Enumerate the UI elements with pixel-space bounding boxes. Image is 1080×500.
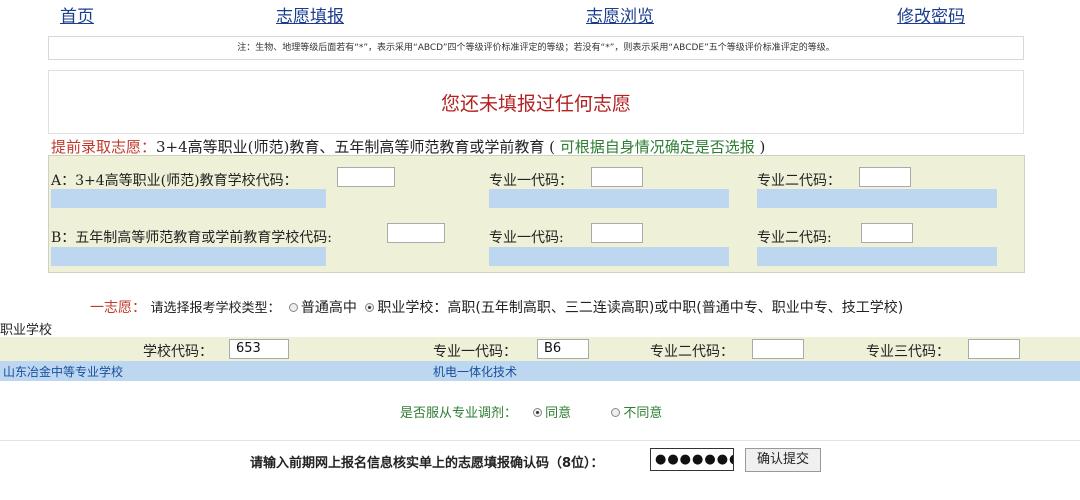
first-volunteer-row: 一志愿： 请选择报考学校类型： 普通高中 职业学校：高职(五年制高职、三二连读高… bbox=[90, 297, 903, 317]
disagree-label: 不同意 bbox=[623, 406, 663, 421]
row-b-school-code-input[interactable] bbox=[387, 223, 445, 243]
early-title-end: ) bbox=[754, 138, 766, 156]
row-b-major2-name-bar bbox=[757, 247, 997, 266]
major2-code-label: 专业二代码： bbox=[650, 344, 734, 360]
row-b-major1-label: 专业一代码: bbox=[489, 230, 564, 246]
row-b-major2-input[interactable] bbox=[861, 223, 913, 243]
early-title-desc: 3+4高等职业(师范)教育、五年制高等师范教育或学前教育 ( bbox=[156, 138, 560, 156]
confirm-code-input[interactable]: ●●●●●●●● bbox=[650, 448, 734, 471]
school-name-text: 山东冶金中等专业学校 bbox=[3, 365, 124, 379]
option-regular-high-school: 普通高中 bbox=[300, 300, 357, 316]
grade-note: 注：生物、地理等级后面若有“*”，表示采用“ABCD”四个等级评价标准评定的等级… bbox=[48, 36, 1024, 60]
row-a-major2-name-bar bbox=[757, 189, 997, 208]
top-nav: 首页 志愿填报 志愿浏览 修改密码 bbox=[0, 0, 1080, 30]
submit-button[interactable]: 确认提交 bbox=[745, 448, 821, 472]
major3-code-input[interactable] bbox=[968, 339, 1020, 359]
school-code-label: 学校代码： bbox=[143, 344, 213, 360]
row-b-major1-input[interactable] bbox=[591, 223, 643, 243]
first-volunteer-label: 一志愿： bbox=[90, 300, 146, 316]
school-code-input[interactable]: 653 bbox=[229, 339, 289, 359]
row-a-major1-name-bar bbox=[489, 189, 729, 208]
major1-name-text: 机电一体化技术 bbox=[433, 365, 518, 379]
early-title-hint: 可根据自身情况确定是否选报 bbox=[559, 138, 755, 156]
status-box: 您还未填报过任何志愿 bbox=[48, 70, 1024, 134]
major2-code-input[interactable] bbox=[752, 339, 804, 359]
row-b-school-name-bar bbox=[51, 247, 326, 266]
row-b-major2-label: 专业二代码: bbox=[757, 230, 832, 246]
agree-label: 同意 bbox=[545, 406, 572, 421]
row-b-major1-name-bar bbox=[489, 247, 729, 266]
nav-fill-link[interactable]: 志愿填报 bbox=[276, 2, 344, 27]
nav-password-link[interactable]: 修改密码 bbox=[897, 2, 965, 27]
section-divider bbox=[0, 440, 1080, 441]
option-vocational-school: 职业学校：高职(五年制高职、三二连读高职)或中职(普通中专、职业中专、技工学校) bbox=[377, 300, 904, 316]
row-a-major2-label: 专业二代码： bbox=[757, 173, 841, 189]
early-admission-title: 提前录取志愿：3+4高等职业(师范)教育、五年制高等师范教育或学前教育 ( 可根… bbox=[51, 136, 765, 157]
nav-home-link[interactable]: 首页 bbox=[60, 2, 94, 27]
row-a-major2-input[interactable] bbox=[859, 167, 911, 187]
major3-code-label: 专业三代码： bbox=[866, 344, 950, 360]
row-a-major1-label: 专业一代码： bbox=[489, 173, 573, 189]
radio-vocational-school[interactable] bbox=[365, 302, 375, 312]
radio-disagree[interactable] bbox=[611, 408, 621, 417]
row-a-school-name-bar bbox=[51, 189, 326, 208]
early-admission-panel: A：3+4高等职业(师范)教育学校代码： 专业一代码： 专业二代码： B：五年制… bbox=[48, 155, 1025, 273]
row-a-school-code-input[interactable] bbox=[337, 167, 395, 187]
early-title-label: 提前录取志愿： bbox=[51, 138, 157, 156]
vocational-code-row: 学校代码： 653 专业一代码： B6 专业二代码： 专业三代码： bbox=[0, 337, 1080, 361]
radio-regular-high-school[interactable] bbox=[288, 302, 298, 312]
adjustment-prompt: 是否服从专业调剂： bbox=[400, 406, 518, 421]
nav-browse-link[interactable]: 志愿浏览 bbox=[586, 2, 654, 27]
major1-code-label: 专业一代码： bbox=[433, 344, 517, 360]
school-type-prompt: 请选择报考学校类型： bbox=[150, 301, 281, 316]
vocational-name-row: 山东冶金中等专业学校 机电一体化技术 bbox=[0, 361, 1080, 381]
no-volunteer-message: 您还未填报过任何志愿 bbox=[440, 93, 631, 115]
adjustment-row: 是否服从专业调剂： 同意 不同意 bbox=[400, 402, 662, 421]
confirm-code-label: 请输入前期网上报名信息核实单上的志愿填报确认码（8位）： bbox=[250, 456, 604, 471]
row-a-major1-input[interactable] bbox=[591, 167, 643, 187]
radio-agree[interactable] bbox=[533, 408, 543, 417]
major1-code-input[interactable]: B6 bbox=[537, 339, 589, 359]
row-b-school-label: B：五年制高等师范教育或学前教育学校代码: bbox=[51, 230, 333, 246]
vocational-section-label: 职业学校 bbox=[0, 323, 53, 338]
row-a-school-label: A：3+4高等职业(师范)教育学校代码： bbox=[51, 173, 298, 189]
